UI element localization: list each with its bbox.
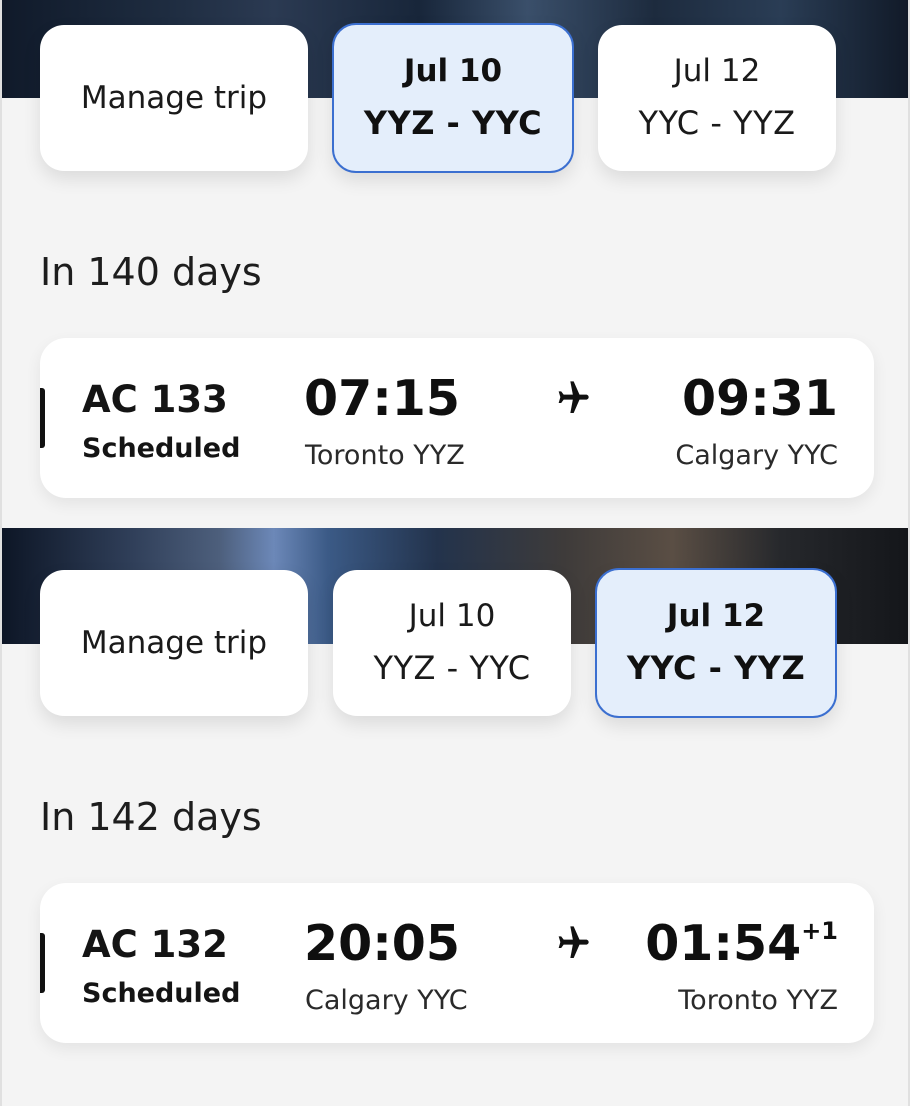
manage-trip-label: Manage trip: [80, 625, 268, 661]
tab-return-segment[interactable]: Jul 12 YYC - YYZ: [598, 25, 836, 171]
arrival-time-value: 01:54: [645, 915, 802, 972]
departure-city: Calgary YYC: [305, 985, 468, 1016]
tab-return-segment[interactable]: Jul 12 YYC - YYZ: [595, 568, 837, 718]
flight-card[interactable]: AC 132 Scheduled 20:05 Calgary YYC 01:54…: [40, 883, 874, 1043]
arrival-day-offset: +1: [801, 916, 838, 945]
segment-route: YYC - YYZ: [626, 649, 806, 688]
departure-time: 20:05: [304, 915, 460, 972]
flight-number: AC 132: [82, 923, 228, 966]
segment-date: Jul 10: [403, 53, 503, 90]
arrival-time-group: 01:54+1: [645, 915, 838, 972]
segment-date: Jul 12: [673, 53, 761, 90]
flight-status: Scheduled: [82, 978, 241, 1009]
flight-status: Scheduled: [82, 433, 241, 464]
airplane-icon: [558, 381, 589, 413]
airplane-icon: [558, 926, 589, 958]
segment-route: YYC - YYZ: [638, 104, 796, 143]
departure-time: 07:15: [304, 370, 460, 427]
manage-trip-label: Manage trip: [80, 80, 268, 116]
tab-outbound-segment[interactable]: Jul 10 YYZ - YYC: [332, 23, 574, 173]
flight-number: AC 133: [82, 378, 228, 421]
card-edge-marker: [40, 933, 45, 993]
arrival-time-group: 09:31: [682, 370, 838, 427]
arrival-city: Toronto YYZ: [678, 985, 838, 1016]
manage-trip-button[interactable]: Manage trip: [40, 25, 308, 171]
card-edge-marker: [40, 388, 45, 448]
segment-route: YYZ - YYC: [373, 649, 531, 688]
trip-panel-return: Manage trip Jul 10 YYZ - YYC Jul 12 YYC …: [0, 528, 910, 1106]
trip-panel-outbound: Manage trip Jul 10 YYZ - YYC Jul 12 YYC …: [0, 0, 910, 553]
departure-countdown: In 142 days: [40, 795, 262, 839]
flight-card[interactable]: AC 133 Scheduled 07:15 Toronto YYZ 09:31…: [40, 338, 874, 498]
departure-countdown: In 140 days: [40, 250, 262, 294]
segment-route: YYZ - YYC: [363, 104, 543, 143]
arrival-time: 09:31: [682, 370, 838, 427]
segment-date: Jul 12: [666, 598, 766, 635]
arrival-city: Calgary YYC: [675, 440, 838, 471]
manage-trip-button[interactable]: Manage trip: [40, 570, 308, 716]
arrival-time: 01:54+1: [645, 915, 838, 972]
tab-outbound-segment[interactable]: Jul 10 YYZ - YYC: [333, 570, 571, 716]
segment-date: Jul 10: [408, 598, 496, 635]
departure-city: Toronto YYZ: [305, 440, 465, 471]
